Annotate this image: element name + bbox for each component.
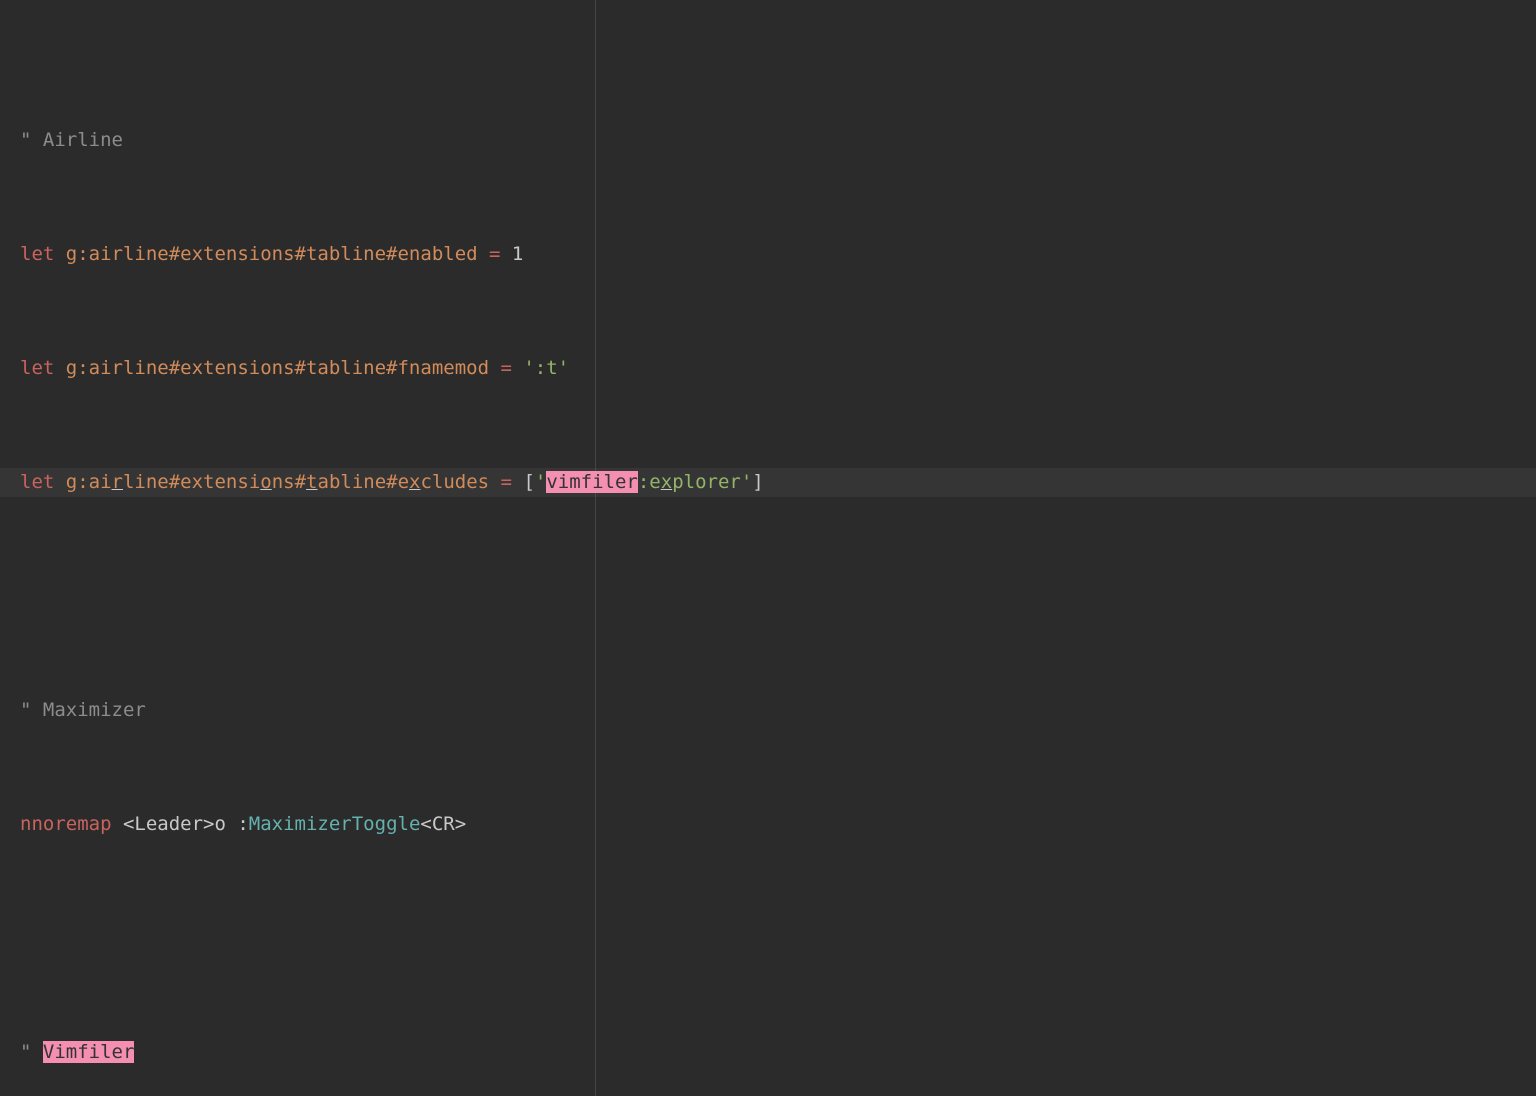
code-editor[interactable]: " Airline let g:airline#extensions#tabli…: [0, 0, 1536, 1096]
code-line-cursor: let g:airline#extensions#tabline#exclude…: [20, 468, 1536, 497]
search-hit: vimfiler: [546, 471, 638, 493]
code-line: let g:airline#extensions#tabline#enabled…: [20, 240, 1536, 269]
code-line: " Maximizer: [20, 696, 1536, 725]
code-line: [20, 924, 1536, 953]
code-line: " Vimfiler: [20, 1038, 1536, 1067]
code-line: let g:airline#extensions#tabline#fnamemo…: [20, 354, 1536, 383]
code-line: nnoremap <Leader>o :MaximizerToggle<CR>: [20, 810, 1536, 839]
search-hit: Vimfiler: [43, 1041, 135, 1063]
code-line: " Airline: [20, 126, 1536, 155]
code-line: [20, 582, 1536, 611]
